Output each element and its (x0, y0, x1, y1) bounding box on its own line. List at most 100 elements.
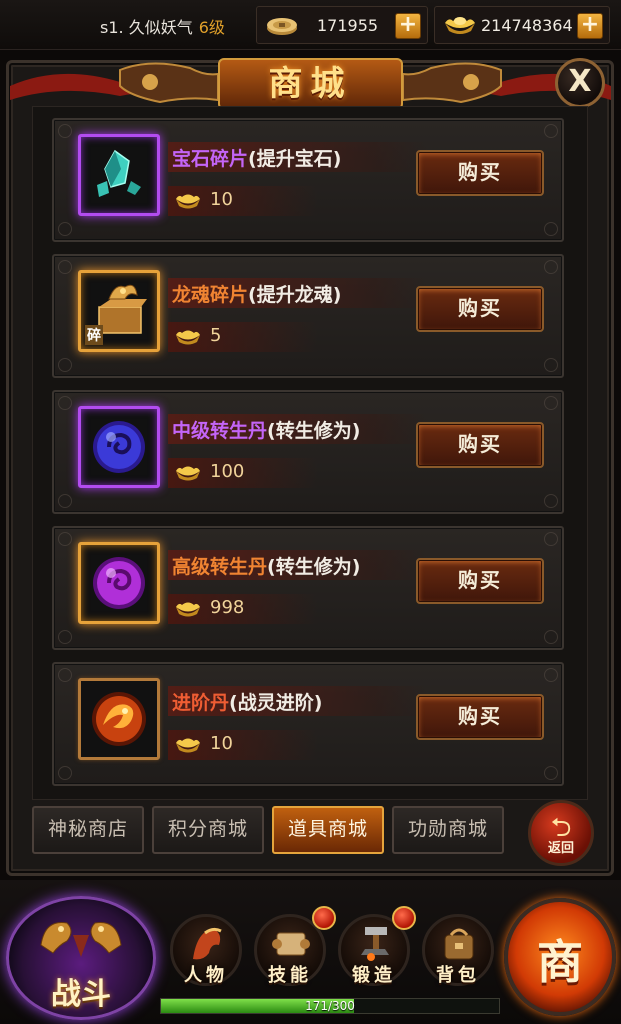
forge-icon (361, 927, 389, 961)
corner-ornament (544, 124, 558, 138)
back-label: 返回 (547, 841, 574, 856)
experience-text: 171/300 (305, 999, 355, 1013)
add-gold-button[interactable]: + (395, 13, 421, 39)
gold-ingot-icon (445, 17, 475, 34)
character-icon (193, 927, 222, 960)
shop-item: 宝石碎片(提升宝石) 10 购买 (52, 118, 564, 242)
add-ingot-button[interactable]: + (577, 13, 603, 39)
player-level: 6级 (198, 18, 225, 37)
corner-ornament (544, 260, 558, 274)
corner-ornament (58, 396, 72, 410)
item-icon-frame[interactable] (78, 134, 160, 216)
item-description: (转生修为) (267, 556, 361, 578)
corner-ornament (58, 222, 72, 236)
shop-item: 碎 龙魂碎片(提升龙魂) 5 购买 (52, 254, 564, 378)
item-price: 10 (210, 733, 233, 754)
gold-coins-icon (267, 18, 297, 35)
item-title: 进阶丹 (172, 692, 230, 714)
corner-ornament (544, 396, 558, 410)
item-description: (转生修为) (267, 420, 361, 442)
buy-button[interactable]: 购买 (416, 558, 544, 604)
blue-orb-icon (93, 421, 145, 473)
item-name: 进阶丹(战灵进阶) (172, 688, 322, 715)
item-icon-frame[interactable] (78, 678, 160, 760)
purple-orb-icon (93, 557, 145, 609)
forge-label: 锻造 (352, 965, 396, 986)
item-title: 中级转生丹 (172, 420, 268, 442)
item-title: 龙魂碎片 (172, 284, 249, 306)
forge-notification-badge (392, 906, 416, 930)
tab-points-shop[interactable]: 积分商城 (152, 806, 264, 854)
gold-currency: 171955 + (256, 6, 428, 44)
backpack-button[interactable]: 背包 (422, 914, 494, 986)
item-title: 宝石碎片 (172, 148, 249, 170)
character-label: 人物 (184, 965, 228, 986)
back-button[interactable]: ⮌ 返回 (528, 800, 594, 866)
item-name: 龙魂碎片(提升龙魂) (172, 280, 341, 307)
item-description: (提升宝石) (248, 148, 342, 170)
top-status-bar: s1. 久似妖气 6级 171955 + 214748364 + (0, 0, 621, 50)
item-icon-frame[interactable] (78, 406, 160, 488)
battle-button[interactable]: 战斗 (6, 896, 156, 1020)
corner-ornament (544, 532, 558, 546)
close-button[interactable]: X (555, 58, 605, 108)
corner-ornament (58, 668, 72, 682)
item-description: (战灵进阶) (229, 692, 323, 714)
skill-notification-badge (312, 906, 336, 930)
buy-button[interactable]: 购买 (416, 150, 544, 196)
ingot-amount: 214748364 (481, 16, 573, 35)
item-icon-frame[interactable]: 碎 (78, 270, 160, 352)
item-price: 998 (210, 597, 245, 618)
gem-fragment-icon (97, 149, 141, 197)
item-name: 宝石碎片(提升宝石) (172, 144, 341, 171)
corner-ornament (544, 668, 558, 682)
skill-label: 技能 (268, 965, 312, 986)
battle-label: 战斗 (51, 977, 111, 1012)
gold-ingot-icon (176, 738, 200, 753)
shop-button[interactable]: 商 (504, 898, 616, 1016)
corner-ornament (58, 260, 72, 274)
fragment-tag: 碎 (85, 325, 103, 345)
corner-ornament (58, 532, 72, 546)
buy-button[interactable]: 购买 (416, 286, 544, 332)
corner-ornament (58, 630, 72, 644)
corner-ornament (544, 630, 558, 644)
tab-item-shop[interactable]: 道具商城 (272, 806, 384, 854)
ingot-currency: 214748364 + (434, 6, 610, 44)
gold-ingot-icon (176, 330, 200, 345)
gold-ingot-icon (176, 602, 200, 617)
corner-ornament (58, 358, 72, 372)
shop-item: 高级转生丹(转生修为) 998 购买 (52, 526, 564, 650)
item-name: 中级转生丹(转生修为) (172, 416, 360, 443)
shop-item: 进阶丹(战灵进阶) 10 购买 (52, 662, 564, 786)
tab-mystery-shop[interactable]: 神秘商店 (32, 806, 144, 854)
shop-label: 商 (537, 935, 583, 989)
item-price: 5 (210, 325, 222, 346)
backpack-icon (444, 928, 474, 960)
character-button[interactable]: 人物 (170, 914, 242, 986)
gold-ingot-icon (176, 466, 200, 481)
phoenix-orb-icon (92, 692, 146, 746)
corner-ornament (544, 222, 558, 236)
corner-ornament (544, 766, 558, 780)
player-info: s1. 久似妖气 6级 (100, 14, 225, 38)
gold-ingot-icon (176, 194, 200, 209)
experience-bar: 171/300 (160, 998, 500, 1014)
skill-scroll-icon (272, 932, 310, 956)
player-name: s1. 久似妖气 (100, 18, 193, 37)
item-description: (提升龙魂) (248, 284, 342, 306)
buy-button[interactable]: 购买 (416, 422, 544, 468)
shop-title: 商城 (218, 58, 403, 110)
corner-ornament (544, 494, 558, 508)
item-name: 高级转生丹(转生修为) (172, 552, 360, 579)
item-icon-frame[interactable] (78, 542, 160, 624)
corner-ornament (544, 358, 558, 372)
shop-item: 中级转生丹(转生修为) 100 购买 (52, 390, 564, 514)
tab-merit-shop[interactable]: 功勋商城 (392, 806, 504, 854)
item-title: 高级转生丹 (172, 556, 268, 578)
item-price: 10 (210, 189, 233, 210)
corner-ornament (58, 494, 72, 508)
buy-button[interactable]: 购买 (416, 694, 544, 740)
dragon-heads-icon (40, 921, 122, 957)
backpack-label: 背包 (436, 965, 480, 986)
